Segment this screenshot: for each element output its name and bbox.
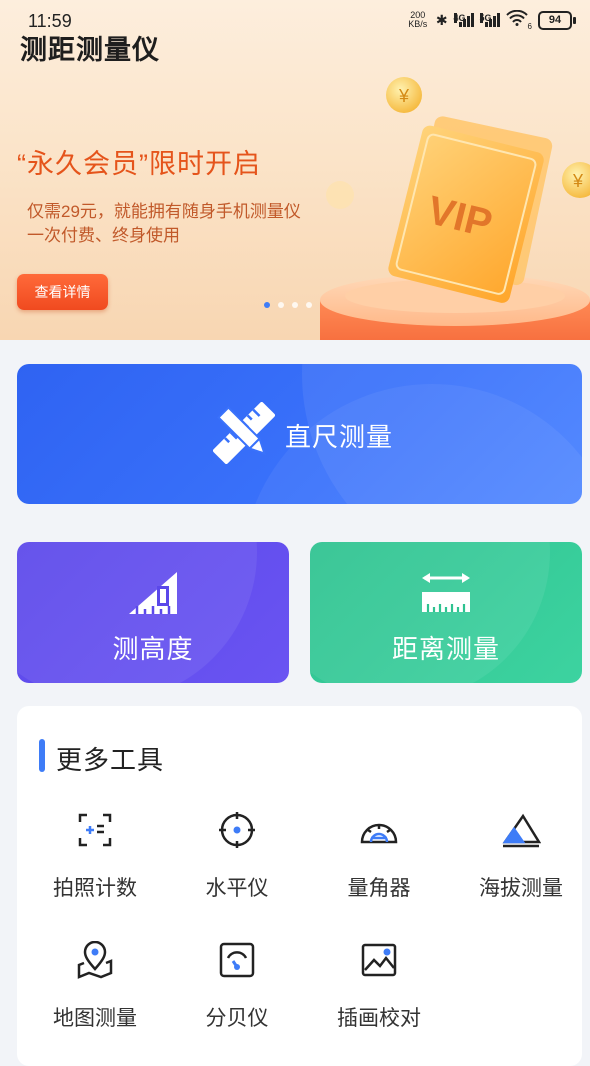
- decibel-icon: [166, 940, 308, 980]
- carousel-dot[interactable]: [292, 302, 298, 308]
- protractor-icon: [308, 810, 450, 850]
- ruler-pencil-icon: [213, 402, 275, 469]
- distance-measure-card[interactable]: 距离测量: [310, 542, 582, 683]
- vip-card-illustration: VIP ¥ ¥: [320, 77, 590, 340]
- more-tools-panel: 更多工具 拍照计数 水平仪 量角器 海拔测量 地图测量 分贝仪 插画校对: [17, 706, 582, 1066]
- app-title: 测距测量仪: [20, 35, 160, 65]
- tool-protractor[interactable]: 量角器: [308, 810, 450, 902]
- tool-label: 量角器: [347, 877, 411, 900]
- tool-label: 分贝仪: [205, 1007, 269, 1030]
- wifi-icon: [505, 9, 528, 31]
- tool-label: 拍照计数: [53, 877, 137, 900]
- view-details-button[interactable]: 查看详情: [17, 274, 108, 310]
- ruler-measure-content: 直尺测量: [213, 402, 393, 469]
- map-measure-icon: [24, 940, 166, 980]
- wifi-sub-label: 6: [527, 22, 532, 31]
- height-measure-label: 测高度: [112, 634, 194, 664]
- coin-symbol: ¥: [572, 171, 584, 191]
- battery-icon: 94: [538, 10, 576, 30]
- tool-photo-count[interactable]: 拍照计数: [24, 810, 166, 902]
- promo-line-2: 一次付费、终身使用: [27, 226, 180, 245]
- promo-banner[interactable]: 11:59 200 KB/s ✱ 4G 5G 6 94 测距测量仪 “永久会员”…: [0, 0, 590, 340]
- distance-measure-label: 距离测量: [391, 634, 500, 664]
- tool-altitude[interactable]: 海拔测量: [450, 810, 590, 902]
- more-tools-title: 更多工具: [56, 745, 165, 775]
- tool-map-measure[interactable]: 地图测量: [24, 940, 166, 1032]
- network-speed-unit: KB/s: [408, 19, 428, 29]
- carousel-dot[interactable]: [278, 302, 284, 308]
- tool-label: 地图测量: [53, 1007, 137, 1030]
- network-speed: 200 KB/s: [406, 11, 430, 29]
- ruler-measure-card[interactable]: 直尺测量: [17, 364, 582, 504]
- ruler-measure-label: 直尺测量: [285, 422, 394, 452]
- signal-4g-label: 4G: [453, 13, 466, 23]
- signal-5g-icon: 5G: [479, 13, 500, 27]
- bluetooth-icon: ✱: [435, 11, 448, 28]
- tool-level[interactable]: 水平仪: [166, 810, 308, 902]
- battery-level: 94: [548, 13, 562, 26]
- tool-label: 水平仪: [205, 877, 269, 900]
- signal-5g-label: 5G: [479, 13, 492, 23]
- altitude-icon: [450, 810, 590, 850]
- carousel-dot[interactable]: [264, 302, 270, 308]
- signal-4g-icon: 4G: [453, 13, 474, 27]
- photo-count-icon: [24, 810, 166, 850]
- level-icon: [166, 810, 308, 850]
- tool-label: 海拔测量: [479, 877, 563, 900]
- height-ruler-icon: [127, 570, 179, 621]
- tool-decibel[interactable]: 分贝仪: [166, 940, 308, 1032]
- coin-symbol: ¥: [398, 86, 410, 106]
- distance-ruler-icon: [420, 570, 472, 621]
- tool-label: 插画校对: [337, 1007, 421, 1030]
- section-accent-bar: [39, 739, 45, 772]
- promo-title: “永久会员”限时开启: [17, 149, 261, 179]
- illustration-check-icon: [308, 940, 450, 980]
- height-measure-card[interactable]: 测高度: [17, 542, 289, 683]
- tool-illustration-check[interactable]: 插画校对: [308, 940, 450, 1032]
- promo-line-1: 仅需29元，就能拥有随身手机测量仪: [27, 202, 301, 221]
- status-icons: 200 KB/s ✱ 4G 5G 6 94: [406, 9, 576, 31]
